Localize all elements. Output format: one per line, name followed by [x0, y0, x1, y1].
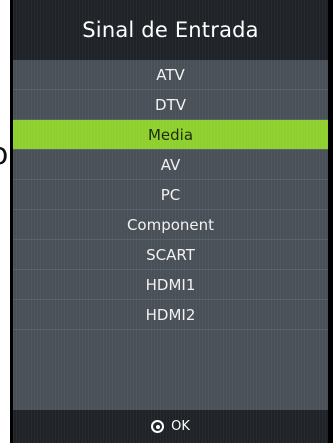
menu-item-pc[interactable]: PC	[13, 180, 328, 210]
menu-item-media[interactable]: Media	[13, 120, 328, 150]
edge-glyph: o	[0, 140, 8, 170]
menu-item-component[interactable]: Component	[13, 210, 328, 240]
menu-item-dtv[interactable]: DTV	[13, 90, 328, 120]
menu-item-empty	[13, 330, 328, 360]
menu-title: Sinal de Entrada	[82, 18, 259, 42]
ok-label: OK	[171, 419, 190, 434]
menu-item-scart[interactable]: SCART	[13, 240, 328, 270]
input-source-list: ATV DTV Media AV PC Component SCART HDMI…	[13, 60, 328, 360]
tv-frame: Sinal de Entrada ATV DTV Media AV PC Com…	[10, 0, 333, 443]
menu-item-hdmi2[interactable]: HDMI2	[13, 300, 328, 330]
menu-header: Sinal de Entrada	[13, 0, 328, 60]
menu-item-av[interactable]: AV	[13, 150, 328, 180]
ok-button-icon	[151, 420, 165, 433]
input-source-menu: Sinal de Entrada ATV DTV Media AV PC Com…	[13, 0, 328, 443]
menu-item-atv[interactable]: ATV	[13, 60, 328, 90]
menu-item-hdmi1[interactable]: HDMI1	[13, 270, 328, 300]
menu-footer: OK	[13, 410, 328, 443]
